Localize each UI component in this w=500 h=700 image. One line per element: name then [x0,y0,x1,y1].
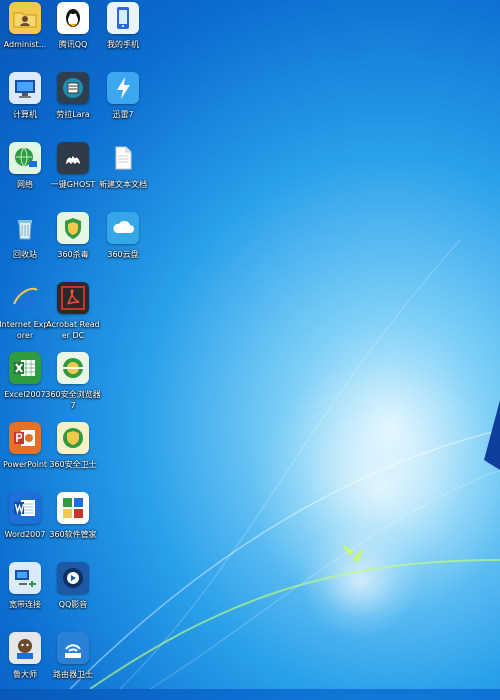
desktop-icon-label: Acrobat Reader DC [46,320,100,340]
desktop-icon-label: 腾讯QQ [58,40,88,49]
desktop-icon-label: 360安全浏览器7 [45,390,101,410]
desktop-icon-360-cloud[interactable]: 360云盘 [98,210,148,280]
360-browser-icon [57,352,89,384]
desktop-icon-network[interactable]: 网络 [0,140,50,210]
broadband-icon [9,562,41,594]
desktop-icon-word2007[interactable]: Word2007 [0,490,50,560]
desktop-icon-thunder[interactable]: 迅雷7 [98,70,148,140]
desktop-icon-administrator[interactable]: Administ... [0,0,50,70]
desktop-icon-label: 新建文本文档 [99,180,147,189]
network-globe-icon [9,142,41,174]
desktop-icon-360-browser[interactable]: 360安全浏览器7 [45,350,101,420]
360-antivirus-icon [57,212,89,244]
desktop-icon-360-antivirus[interactable]: 360杀毒 [48,210,98,280]
desktop-icon-label: 迅雷7 [112,110,134,119]
desktop-icon-lara[interactable]: 劳拉Lara [48,70,98,140]
qq-player-icon [57,562,89,594]
router-guard-icon [57,632,89,664]
desktop-icon-broadband[interactable]: 宽带连接 [0,560,50,630]
powerpoint-icon [9,422,41,454]
qq-penguin-icon [57,2,89,34]
desktop-icon-label: 一键GHOST [50,180,96,189]
ghost-app-icon [57,142,89,174]
desktop-icon-computer[interactable]: 计算机 [0,70,50,140]
desktop-icon-recycle-bin[interactable]: 回收站 [0,210,50,280]
recycle-bin-icon [9,212,41,244]
ludashi-icon [9,632,41,664]
excel-icon [9,352,41,384]
thunder-app-icon [107,72,139,104]
360-software-icon [57,492,89,524]
desktop-icon-ludashi[interactable]: 鲁大师 [0,630,50,700]
desktop-icon-my-phone[interactable]: 我的手机 [98,0,148,70]
desktop-icon-360-security[interactable]: 360安全卫士 [48,420,98,490]
desktop-icon-label: 360云盘 [107,250,139,259]
ie-icon [9,282,41,314]
desktop-icon-label: 我的手机 [107,40,139,49]
desktop-icon-label: 360安全卫士 [49,460,97,469]
lara-app-icon [57,72,89,104]
desktop-icons: Administ... 腾讯QQ 我的手机 计算机 劳拉Lara 迅雷7 网络 … [0,0,500,689]
desktop-icon-new-text-doc[interactable]: 新建文本文档 [98,140,148,210]
desktop-icon-router-guard[interactable]: 路由器卫士 [48,630,98,700]
desktop-icon-label: 360杀毒 [57,250,89,259]
phone-app-icon [107,2,139,34]
desktop-icon-powerpoint[interactable]: PowerPoint [0,420,50,490]
acrobat-icon [57,282,89,314]
word-icon [9,492,41,524]
user-folder-icon [9,2,41,34]
desktop-icon-label: 360软件管家 [49,530,97,539]
desktop-icon-label: 劳拉Lara [56,110,90,119]
360-cloud-icon [107,212,139,244]
desktop-icon-excel2007[interactable]: Excel2007 [0,350,50,420]
desktop-icon-ghost[interactable]: 一键GHOST [48,140,98,210]
360-security-icon [57,422,89,454]
desktop-icon-internet-explorer[interactable]: Internet Explorer [0,280,51,350]
desktop-icon-qq[interactable]: 腾讯QQ [48,0,98,70]
desktop-icon-label: QQ影音 [58,600,88,609]
computer-icon [9,72,41,104]
text-document-icon [107,142,139,174]
desktop-icon-qq-player[interactable]: QQ影音 [48,560,98,630]
desktop-icon-acrobat[interactable]: Acrobat Reader DC [46,280,100,350]
desktop-icon-360-software[interactable]: 360软件管家 [48,490,98,560]
desktop-icon-label: 路由器卫士 [53,670,93,679]
